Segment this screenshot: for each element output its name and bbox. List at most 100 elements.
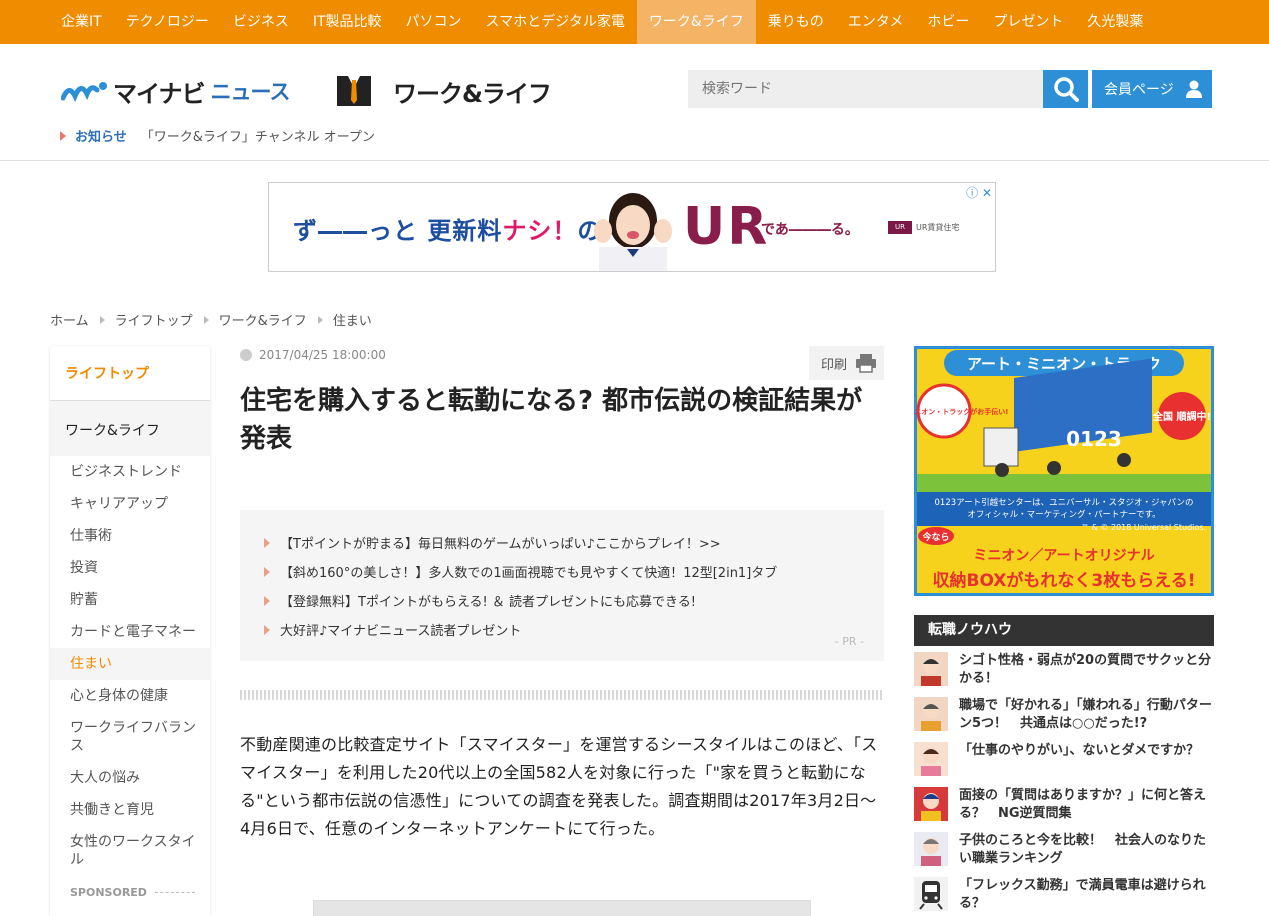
notice-link[interactable]: 「ワーク&ライフ」チャンネル オープン bbox=[141, 126, 375, 145]
search-icon bbox=[1053, 77, 1079, 102]
top-nav-item[interactable]: 企業IT bbox=[0, 0, 114, 44]
sidebar-item[interactable]: 投資 bbox=[50, 552, 210, 584]
top-nav-item[interactable]: テクノロジー bbox=[114, 0, 221, 44]
sidebar-item[interactable]: カードと電子マネー bbox=[50, 616, 210, 648]
print-label: 印刷 bbox=[821, 357, 848, 373]
side-list-item[interactable]: 職場で「好かれる」「嫌われる」行動パターン5つ！ 共通点は○○だった!? bbox=[914, 693, 1214, 738]
breadcrumb-separator-icon bbox=[203, 315, 209, 324]
right-ad-caption-1: 0123アート引越センターは、ユニバーサル・スタジオ・ジャパンの bbox=[935, 497, 1194, 508]
sponsored-label: SPONSORED bbox=[70, 886, 147, 899]
right-ad-caption-2: オフィシャル・マーケティング・パートナーです。 bbox=[967, 509, 1160, 520]
suit-icon bbox=[337, 76, 371, 106]
side-list-item-text: 子供のころと今を比較！ 社会人のなりたい職業ランキング bbox=[959, 833, 1207, 866]
thumbnail-icon bbox=[914, 742, 948, 776]
sidebar-top-link[interactable]: ライフトップ bbox=[50, 346, 210, 401]
top-nav-item[interactable]: 久光製薬 bbox=[1075, 0, 1155, 44]
right-ad-truck-label: 0123 bbox=[1066, 427, 1122, 451]
sidebar-item[interactable]: 女性のワークスタイル bbox=[50, 826, 210, 876]
pr-link[interactable]: 【登録無料】Tポイントがもらえる! ＆ 読者プレゼントにも応募できる! bbox=[264, 586, 884, 615]
side-list-item[interactable]: 「フレックス勤務」で満員電車は避けられる？ bbox=[914, 873, 1214, 916]
sidebar-item[interactable]: 大人の悩み bbox=[50, 762, 210, 794]
side-section-list: シゴト性格・弱点が20の質問でサクッと分かる！ 職場で「好かれる」「嫌われる」行動… bbox=[914, 648, 1214, 916]
mynavi-news-logo[interactable]: マイナビ ニュース bbox=[61, 76, 290, 108]
top-nav-item[interactable]: ビジネス bbox=[221, 0, 301, 44]
top-nav-item[interactable]: パソコン bbox=[394, 0, 474, 44]
ad-copy-2: であ―――る。 bbox=[761, 222, 859, 238]
top-nav-item[interactable]: スマホとデジタル家電 bbox=[474, 0, 637, 44]
ad-banner[interactable]: ず――っと 更新料ナシ！の UR であ―――る。 UR UR賃貸住宅 ⓘ ✕ bbox=[268, 182, 996, 272]
sidebar-item[interactable]: ビジネストレンド bbox=[50, 456, 210, 488]
breadcrumb-item[interactable]: ワーク&ライフ bbox=[219, 310, 307, 329]
side-list-item[interactable]: 子供のころと今を比較！ 社会人のなりたい職業ランキング bbox=[914, 828, 1214, 873]
pr-link[interactable]: 大好評♪マイナビニュース読者プレゼント bbox=[264, 615, 884, 644]
sidebar-item[interactable]: 共働きと育児 bbox=[50, 794, 210, 826]
top-nav-item[interactable]: 乗りもの bbox=[756, 0, 836, 44]
sidebar-item[interactable]: キャリアアップ bbox=[50, 488, 210, 520]
right-ad-badge: 全国 順調中! bbox=[1152, 410, 1211, 423]
sidebar-item[interactable]: 住まい bbox=[50, 648, 210, 680]
member-page-button[interactable]: 会員ページ bbox=[1092, 70, 1212, 108]
adchoices-icon[interactable]: ⓘ ✕ bbox=[966, 184, 992, 201]
sidebar-category[interactable]: ワーク&ライフ bbox=[50, 401, 210, 456]
breadcrumb-item[interactable]: ライフトップ bbox=[115, 310, 193, 329]
print-button[interactable]: 印刷 bbox=[809, 346, 884, 380]
mynavi-logo-icon bbox=[61, 82, 107, 102]
side-list-item-text: 「仕事のやりがい」、ないとダメですか？ bbox=[959, 743, 1200, 758]
breadcrumb-item[interactable]: 住まい bbox=[333, 310, 372, 329]
member-page-label: 会員ページ bbox=[1104, 82, 1174, 98]
sidebar-item[interactable]: 貯蓄 bbox=[50, 584, 210, 616]
right-ad-promo-1: ミニオン／アートオリジナル bbox=[973, 548, 1154, 564]
channel-title: ワーク&ライフ bbox=[393, 79, 552, 108]
article-divider bbox=[240, 690, 884, 700]
side-list-item-text: 「フレックス勤務」で満員電車は避けられる？ bbox=[959, 878, 1206, 911]
top-nav-item[interactable]: エンタメ bbox=[836, 0, 916, 44]
left-sidebar: ライフトップ ワーク&ライフ ビジネストレンド キャリアアップ 仕事術 投資 貯蓄 カード… bbox=[50, 346, 210, 916]
ad-brand-name: UR賃貸住宅 bbox=[916, 223, 960, 232]
side-list-item-text: 職場で「好かれる」「嫌われる」行動パターン5つ！ 共通点は○○だった!? bbox=[959, 698, 1212, 731]
side-list-item[interactable]: 「仕事のやりがい」、ないとダメですか？ bbox=[914, 738, 1214, 783]
sidebar-item[interactable]: 心と身体の健康 bbox=[50, 680, 210, 712]
sidebar-sponsored: SPONSORED bbox=[50, 876, 210, 899]
pr-link[interactable]: 【Tポイントが貯まる】毎日無料のゲームがいっぱい♪ここからプレイ！>> bbox=[264, 528, 884, 557]
notice-bar[interactable]: お知らせ 「ワーク&ライフ」チャンネル オープン bbox=[60, 126, 375, 145]
side-section-title[interactable]: 転職ノウハウ bbox=[914, 615, 1214, 646]
breadcrumb-item[interactable]: ホーム bbox=[50, 310, 89, 329]
pr-link[interactable]: 【斜め160°の美しさ！】多人数での1画面視聴でも見やすくて快適！12型[2in… bbox=[264, 557, 884, 586]
clock-icon bbox=[240, 349, 252, 361]
top-nav: 企業IT テクノロジー ビジネス IT製品比較 パソコン スマホとデジタル家電 ワーク&ライ… bbox=[0, 0, 1269, 44]
top-nav-item[interactable]: IT製品比較 bbox=[301, 0, 394, 44]
ad-copy-1b: ナシ！ bbox=[502, 217, 578, 245]
pr-arrow-icon bbox=[264, 595, 270, 606]
article-title: 住宅を購入すると転勤になる? 都市伝説の検証結果が発表 bbox=[240, 386, 863, 454]
channel-logo[interactable]: ワーク&ライフ bbox=[335, 74, 552, 108]
sidebar-item-list: ビジネストレンド キャリアアップ 仕事術 投資 貯蓄 カードと電子マネー 住まい 心と身体の健… bbox=[50, 456, 210, 876]
right-ad-promo-2: 収納BOXがもれなく3枚もらえる! bbox=[933, 570, 1196, 591]
side-list-item-text: 面接の「質問はありますか？」に何と答える？ NG逆質問集 bbox=[959, 788, 1207, 821]
train-icon bbox=[914, 877, 948, 911]
top-nav-item[interactable]: ホビー bbox=[915, 0, 981, 44]
right-ad[interactable]: アート・ミニオン・トラック アート・ミニオン・トラックがお手伝い! 全国 順調中… bbox=[914, 346, 1214, 596]
search-button[interactable] bbox=[1043, 70, 1088, 108]
right-ad-copyright: ™ & © 2018 Universal Studios. bbox=[1081, 523, 1206, 532]
side-list-item[interactable]: シゴト性格・弱点が20の質問でサクッと分かる！ bbox=[914, 648, 1214, 693]
pr-box: 【Tポイントが貯まる】毎日無料のゲームがいっぱい♪ここからプレイ！>> 【斜め16… bbox=[240, 510, 884, 661]
article-date-text: 2017/04/25 18:00:00 bbox=[259, 348, 386, 362]
thumbnail-icon bbox=[914, 652, 948, 686]
ad-copy-1a: ず――っと 更新料 bbox=[293, 217, 503, 245]
side-list-item[interactable]: 面接の「質問はありますか？」に何と答える？ NG逆質問集 bbox=[914, 783, 1214, 828]
art-moving-ad-image: アート・ミニオン・トラック アート・ミニオン・トラックがお手伝い! 全国 順調中… bbox=[914, 346, 1214, 596]
thumbnail-icon bbox=[914, 787, 948, 821]
top-nav-item[interactable]: ワーク&ライフ bbox=[636, 0, 756, 44]
sponsored-divider bbox=[154, 892, 195, 893]
ur-brand-icon: UR bbox=[888, 221, 912, 234]
side-list-item-text: シゴト性格・弱点が20の質問でサクッと分かる！ bbox=[959, 653, 1212, 686]
pr-link-text: 【Tポイントが貯まる】毎日無料のゲームがいっぱい♪ここからプレイ！>> bbox=[280, 537, 721, 552]
pr-link-text: 【登録無料】Tポイントがもらえる! ＆ 読者プレゼントにも応募できる! bbox=[280, 595, 696, 610]
notice-label: お知らせ bbox=[75, 130, 127, 145]
breadcrumb-separator-icon bbox=[99, 315, 105, 324]
sidebar-item[interactable]: ワークライフバランス bbox=[50, 712, 210, 762]
sidebar-item[interactable]: 仕事術 bbox=[50, 520, 210, 552]
search-input[interactable] bbox=[688, 70, 1043, 108]
top-nav-item[interactable]: プレゼント bbox=[981, 0, 1075, 44]
pr-arrow-icon bbox=[264, 566, 270, 577]
